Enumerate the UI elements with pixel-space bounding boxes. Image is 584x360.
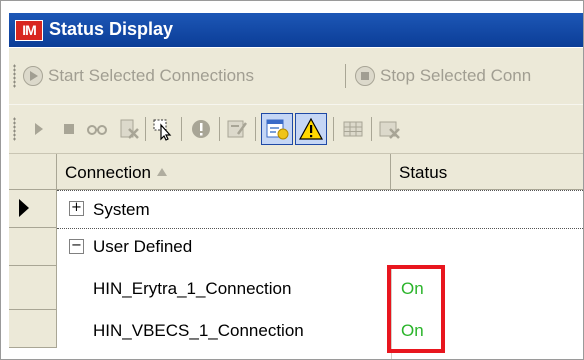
play-icon[interactable] [27, 117, 51, 141]
properties-icon [266, 119, 289, 140]
start-selected-connections-label: Start Selected Connections [48, 66, 255, 85]
group-label-system: System [93, 200, 150, 219]
group-row-user-defined[interactable]: − User Defined [57, 228, 583, 266]
column-header-connection[interactable]: Connection [57, 154, 391, 190]
stop-circle-icon [355, 66, 375, 86]
document-delete-icon[interactable] [117, 117, 141, 141]
status-highlight-annotation [387, 265, 445, 353]
delete-icon[interactable] [377, 117, 401, 141]
glasses-icon[interactable] [85, 117, 109, 141]
stop-selected-connections-label: Stop Selected Conn [380, 66, 532, 85]
toolbar-separator [333, 117, 334, 141]
column-header-status-label: Status [399, 163, 448, 182]
toolbar-separator [219, 117, 220, 141]
grid-corner-header[interactable] [9, 154, 57, 190]
table-row[interactable]: HIN_Erytra_1_Connection On [9, 266, 583, 310]
toolbar-separator [345, 64, 346, 88]
warning-button[interactable] [295, 113, 327, 145]
toolbar-separator [181, 117, 182, 141]
warning-icon [299, 117, 323, 140]
column-header-status[interactable]: Status [391, 154, 583, 190]
connections-grid: Connection Status + System − User Define… [9, 154, 583, 359]
properties-button[interactable] [261, 113, 293, 145]
expand-icon[interactable]: + [69, 201, 84, 216]
pointer-select-icon[interactable] [151, 117, 175, 141]
collapse-icon[interactable]: − [69, 239, 84, 254]
toolbar-separator [145, 117, 146, 141]
sort-ascending-icon [157, 168, 168, 176]
title-bar[interactable]: IM Status Display [9, 13, 583, 47]
group-row-system[interactable]: + System [57, 190, 583, 229]
current-row-arrow-icon [19, 199, 29, 217]
status-display-window: IM Status Display Start Selected Connect… [0, 0, 584, 360]
connection-toolbar: Start Selected Connections Stop Selected… [9, 48, 583, 105]
toolbar-grip[interactable] [13, 64, 16, 88]
connection-name-cell: HIN_Erytra_1_Connection [93, 279, 292, 298]
stop-icon[interactable] [57, 117, 81, 141]
table-row[interactable]: HIN_VBECS_1_Connection On [9, 310, 583, 348]
start-selected-connections-button[interactable]: Start Selected Connections [23, 62, 254, 90]
row-selector-current[interactable] [9, 190, 57, 228]
icon-toolbar [9, 105, 583, 154]
play-circle-icon [23, 66, 43, 86]
column-header-connection-label: Connection [65, 163, 152, 182]
stop-selected-connections-button[interactable]: Stop Selected Conn [355, 62, 531, 90]
toolbar-separator [255, 117, 256, 141]
row-selector[interactable] [9, 228, 57, 266]
window-title: Status Display [49, 19, 174, 39]
alert-circle-icon[interactable] [189, 117, 213, 141]
toolbar-separator [371, 117, 372, 141]
grid-icon[interactable] [341, 117, 365, 141]
app-icon: IM [15, 20, 43, 41]
group-label-user-defined: User Defined [93, 237, 193, 256]
connection-name-cell: HIN_VBECS_1_Connection [93, 321, 304, 340]
edit-document-icon[interactable] [225, 117, 249, 141]
toolbar-grip[interactable] [13, 117, 16, 141]
